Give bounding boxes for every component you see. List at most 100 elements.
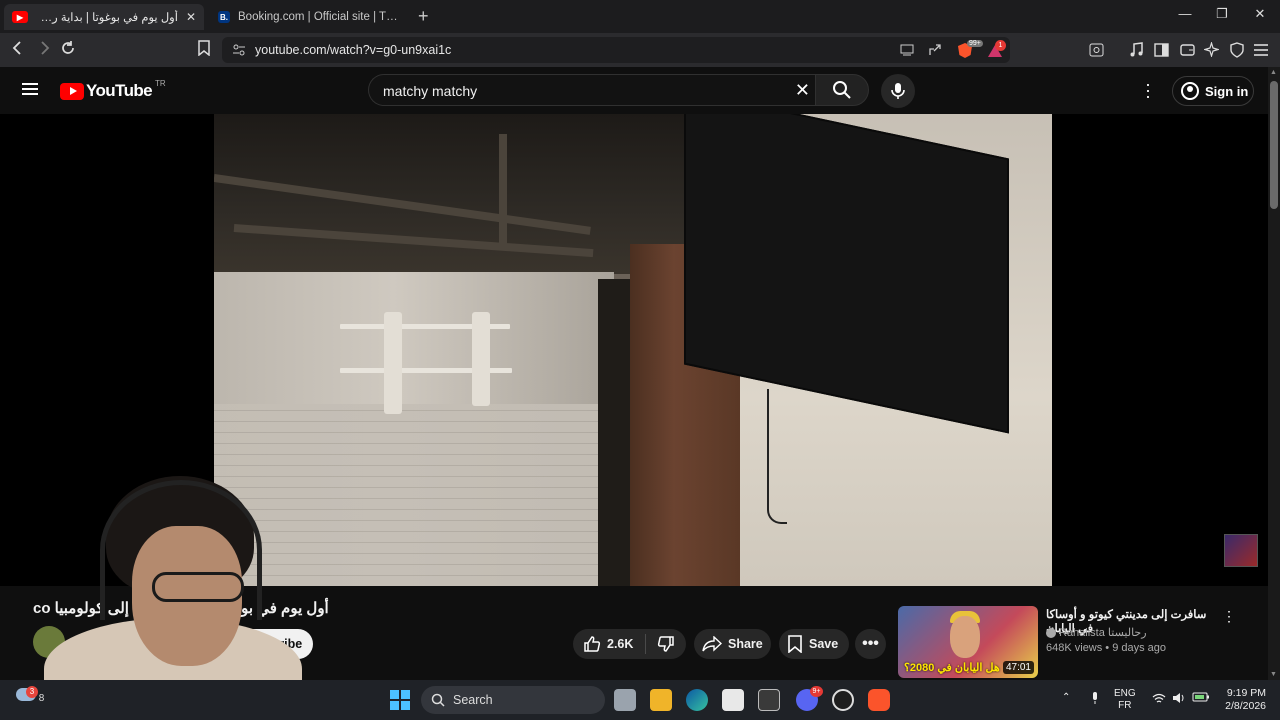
scroll-up-icon[interactable]: ▲ (1270, 69, 1277, 76)
taskbar-search-input[interactable]: Search (421, 686, 605, 714)
sidebar-icon[interactable] (1154, 43, 1169, 57)
share-label: Share (728, 637, 763, 651)
duration-badge: 47:01 (1002, 661, 1034, 674)
region-code: TR (155, 78, 166, 88)
language-code: ENG (1114, 688, 1136, 699)
steam-icon[interactable] (832, 689, 854, 711)
thumbnail-face (950, 616, 980, 658)
tray-overflow-icon[interactable]: ⌃ (1062, 692, 1070, 704)
video-player[interactable] (0, 114, 1268, 586)
weather-badge: 3 (26, 686, 38, 698)
leo-sparkle-icon[interactable] (1204, 42, 1219, 57)
input-language[interactable]: ENG FR (1114, 688, 1136, 712)
url-text: youtube.com/watch?v=g0-un9xai1c (255, 43, 452, 57)
wifi-icon[interactable] (1152, 693, 1166, 708)
scroll-down-icon[interactable]: ▼ (1270, 671, 1277, 678)
tray-mic-icon[interactable] (1090, 691, 1100, 709)
related-channel-name: Rahalista رحاليستا (1059, 627, 1147, 639)
dislike-button[interactable] (646, 635, 686, 653)
edge-icon[interactable] (686, 689, 708, 711)
guide-menu-icon[interactable] (22, 83, 38, 95)
cast-icon[interactable] (900, 44, 914, 56)
microphone-icon (891, 83, 905, 99)
channel-avatar[interactable] (33, 626, 65, 658)
taskbar-search-label: Search (453, 693, 493, 707)
video-scene-brick (214, 404, 614, 586)
start-menu-icon[interactable] (390, 690, 410, 710)
tab-title: أول يوم في بوغوتا | بداية رحلتي إلى (36, 12, 178, 24)
youtube-favicon-icon: ▶ (12, 11, 28, 23)
search-icon (431, 693, 445, 707)
tab-booking[interactable]: B. Booking.com | Official site | The bes… (210, 4, 410, 30)
thumbs-down-icon (657, 636, 674, 652)
system-clock[interactable]: 9:19 PM 2/8/2026 (1222, 687, 1266, 713)
more-actions-button[interactable]: ••• (855, 629, 886, 659)
subscribe-button[interactable]: Subscribe (231, 629, 313, 659)
battery-icon[interactable] (1192, 692, 1210, 706)
voice-search-button[interactable] (881, 74, 915, 108)
logo-wordmark: YouTube (86, 81, 153, 100)
leo-ai-icon[interactable] (1089, 43, 1104, 57)
search-button[interactable] (815, 74, 869, 106)
task-view-icon[interactable] (614, 689, 636, 711)
minimize-button[interactable]: — (1170, 6, 1200, 21)
bookmark-button[interactable] (194, 40, 214, 60)
keyboard-layout: FR (1118, 700, 1132, 711)
scrollbar-thumb[interactable] (1270, 81, 1278, 209)
save-button[interactable]: Save (779, 629, 849, 659)
restore-button[interactable]: ❐ (1207, 6, 1237, 22)
sign-in-button[interactable]: Sign in (1172, 76, 1254, 106)
page-scrollbar[interactable]: ▲ ▼ (1268, 67, 1280, 680)
video-title: أول يوم في بوغوتا | بداية رحلتي إلى كولو… (33, 600, 329, 617)
windows-taskbar: 3 8 Search 9+ ⌃ ENG FR 9:19 PM 2/8/2026 (0, 680, 1280, 720)
wallet-icon[interactable] (1180, 43, 1195, 57)
thumbs-up-icon (584, 636, 601, 652)
share-page-icon[interactable] (928, 43, 942, 57)
site-settings-icon[interactable] (232, 43, 246, 57)
close-tab-icon[interactable]: ✕ (186, 10, 196, 24)
video-scene-pillar (598, 279, 630, 586)
related-video-meta: 648K views • 9 days ago (1046, 642, 1167, 654)
related-video-thumbnail[interactable]: هل اليابان في 2080؟ 47:01 (898, 606, 1038, 678)
like-dislike-group: 2.6K (573, 629, 686, 659)
microsoft-store-icon[interactable] (722, 689, 744, 711)
back-button[interactable] (8, 40, 28, 60)
sign-in-label: Sign in (1205, 83, 1249, 99)
forward-button[interactable] (34, 40, 54, 60)
close-window-button[interactable]: ✕ (1245, 6, 1275, 22)
volume-icon[interactable] (1172, 692, 1186, 708)
like-button[interactable]: 2.6K (573, 635, 645, 653)
brave-browser-icon[interactable] (868, 689, 890, 711)
tab-title: Booking.com | Official site | The best (238, 11, 402, 23)
youtube-logo[interactable]: YouTube TR (60, 78, 166, 101)
reload-icon (62, 41, 74, 54)
menu-icon[interactable] (1254, 44, 1268, 56)
clear-search-icon[interactable]: ✕ (795, 80, 810, 101)
app-icon[interactable] (758, 689, 780, 711)
vpn-shield-icon[interactable] (1230, 42, 1244, 58)
related-kebab-icon[interactable]: ⋮ (1222, 608, 1236, 625)
booking-favicon-icon: B. (218, 11, 230, 23)
weather-widget[interactable]: 3 8 (16, 686, 45, 704)
weather-text: 8 (38, 693, 45, 704)
address-bar[interactable]: youtube.com/watch?v=g0-un9xai1c 99+ 1 (222, 37, 1010, 63)
like-count: 2.6K (607, 637, 634, 651)
bookmark-icon (198, 40, 210, 57)
file-explorer-icon[interactable] (650, 689, 672, 711)
media-playlist-icon[interactable] (1129, 42, 1144, 58)
settings-kebab-icon[interactable]: · · · (1140, 75, 1156, 105)
back-arrow-icon (12, 41, 21, 55)
youtube-play-icon (60, 82, 84, 100)
tab-youtube-video[interactable]: ▶ أول يوم في بوغوتا | بداية رحلتي إلى ✕ (4, 4, 204, 30)
reload-button[interactable] (58, 40, 78, 60)
youtube-masthead: YouTube TR matchy matchy ✕ · · · Sign in (0, 67, 1268, 114)
new-tab-button[interactable]: + (418, 6, 429, 27)
share-button[interactable]: Share (694, 629, 771, 659)
search-input[interactable]: matchy matchy ✕ (368, 74, 816, 106)
channel-watermark[interactable] (1224, 534, 1258, 567)
clock-date: 2/8/2026 (1225, 700, 1266, 712)
browser-toolbar: youtube.com/watch?v=g0-un9xai1c 99+ 1 (0, 33, 1280, 67)
video-scene-pipe (499, 134, 507, 249)
related-channel[interactable]: Rahalista رحاليستا (1046, 626, 1147, 639)
rewards-badge: 1 (995, 40, 1006, 51)
